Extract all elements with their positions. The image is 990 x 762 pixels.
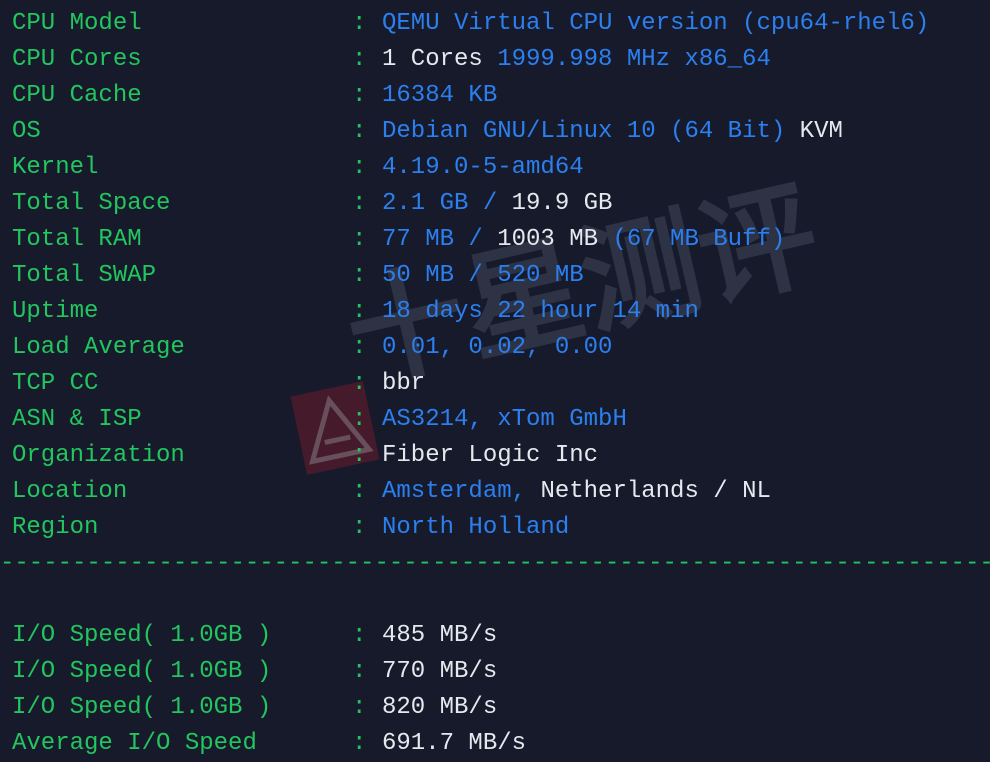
info-value: AS3214, xTom GmbH	[382, 406, 627, 433]
info-label: OS	[12, 118, 41, 145]
section-divider: ----------------------------------------…	[0, 550, 990, 577]
info-label: Total Space	[12, 190, 171, 217]
info-value: 77 MB /	[382, 226, 498, 253]
info-row: Kernel:4.19.0-5-amd64	[12, 150, 990, 186]
info-value: (67 MB Buff)	[598, 226, 786, 253]
info-label: CPU Cores	[12, 46, 142, 73]
separator-colon: :	[352, 730, 367, 757]
separator-colon: :	[352, 406, 367, 433]
info-value: 16384 KB	[382, 82, 498, 109]
io-label: Average I/O Speed	[12, 730, 257, 757]
separator-colon: :	[352, 82, 367, 109]
info-value: Netherlands / NL	[540, 478, 771, 505]
info-label: Location	[12, 478, 128, 505]
info-row: Uptime:18 days 22 hour 14 min	[12, 294, 990, 330]
info-label: Organization	[12, 442, 185, 469]
info-row: CPU Model: QEMU Virtual CPU version (cpu6…	[12, 6, 990, 42]
info-value: 4.19.0-5-amd64	[382, 154, 584, 181]
info-row: TCP CC: bbr	[12, 366, 990, 402]
info-value: Amsterdam,	[382, 478, 541, 505]
separator-colon: :	[352, 298, 367, 325]
info-row: Organization: Fiber Logic Inc	[12, 438, 990, 474]
info-row: Load Average:0.01, 0.02, 0.00	[12, 330, 990, 366]
separator-colon: :	[352, 10, 367, 37]
separator-colon: :	[352, 334, 367, 361]
info-row: OS: Debian GNU/Linux 10 (64 Bit) KVM	[12, 114, 990, 150]
separator-colon: :	[352, 118, 367, 145]
info-label: ASN & ISP	[12, 406, 142, 433]
info-label: CPU Model	[12, 10, 142, 37]
info-row: Region: North Holland	[12, 510, 990, 546]
separator-colon: :	[352, 226, 367, 253]
separator-colon: :	[352, 190, 367, 217]
info-value: Debian GNU/Linux 10 (64 Bit)	[382, 118, 800, 145]
info-label: Total SWAP	[12, 262, 157, 289]
separator-colon: :	[352, 262, 367, 289]
info-row: CPU Cores:1 Cores 1999.998 MHz x86_64	[12, 42, 990, 78]
info-row: CPU Cache:16384 KB	[12, 78, 990, 114]
separator-colon: :	[352, 154, 367, 181]
info-label: CPU Cache	[12, 82, 142, 109]
io-row: Average I/O Speed:691.7 MB/s	[12, 726, 990, 762]
info-row: Location: Amsterdam, Netherlands / NL	[12, 474, 990, 510]
separator-colon: :	[352, 514, 367, 541]
info-row: Total SWAP:50 MB / 520 MB	[12, 258, 990, 294]
info-row: Total RAM:77 MB / 1003 MB (67 MB Buff)	[12, 222, 990, 258]
info-row: Total Space:2.1 GB / 19.9 GB	[12, 186, 990, 222]
separator-colon: :	[352, 478, 367, 505]
io-label: I/O Speed( 1.0GB )	[12, 622, 272, 649]
io-value: 770 MB/s	[382, 658, 498, 685]
info-value: 19.9 GB	[511, 190, 613, 217]
io-row: I/O Speed( 1.0GB ):820 MB/s	[12, 690, 990, 726]
info-value: 1 Cores	[382, 46, 498, 73]
info-label: Kernel	[12, 154, 99, 181]
info-value: 18 days 22 hour 14 min	[382, 298, 699, 325]
info-value: North Holland	[382, 514, 570, 541]
separator-colon: :	[352, 442, 367, 469]
info-value: bbr	[382, 370, 426, 397]
io-value: 820 MB/s	[382, 694, 498, 721]
io-value: 485 MB/s	[382, 622, 498, 649]
info-value: Fiber Logic Inc	[382, 442, 599, 469]
io-label: I/O Speed( 1.0GB )	[12, 694, 272, 721]
separator-colon: :	[352, 658, 367, 685]
info-label: TCP CC	[12, 370, 99, 397]
info-value: 50 MB / 520 MB	[382, 262, 584, 289]
info-value: 1003 MB	[497, 226, 599, 253]
info-value: 0.01, 0.02, 0.00	[382, 334, 613, 361]
info-row: ASN & ISP: AS3214, xTom GmbH	[12, 402, 990, 438]
info-value: KVM	[799, 118, 843, 145]
terminal-output: CPU Model: QEMU Virtual CPU version (cpu6…	[0, 0, 990, 757]
info-value: 2.1 GB /	[382, 190, 512, 217]
info-label: Total RAM	[12, 226, 142, 253]
io-label: I/O Speed( 1.0GB )	[12, 658, 272, 685]
info-label: Uptime	[12, 298, 99, 325]
info-value: QEMU Virtual CPU version (cpu64-rhel6)	[382, 10, 930, 37]
io-value: 691.7 MB/s	[382, 730, 527, 757]
info-value: 1999.998 MHz x86_64	[497, 46, 771, 73]
io-row: I/O Speed( 1.0GB ):485 MB/s	[12, 618, 990, 654]
separator-colon: :	[352, 370, 367, 397]
separator-colon: :	[352, 694, 367, 721]
separator-colon: :	[352, 46, 367, 73]
info-label: Load Average	[12, 334, 185, 361]
io-row: I/O Speed( 1.0GB ):770 MB/s	[12, 654, 990, 690]
separator-colon: :	[352, 622, 367, 649]
info-label: Region	[12, 514, 99, 541]
